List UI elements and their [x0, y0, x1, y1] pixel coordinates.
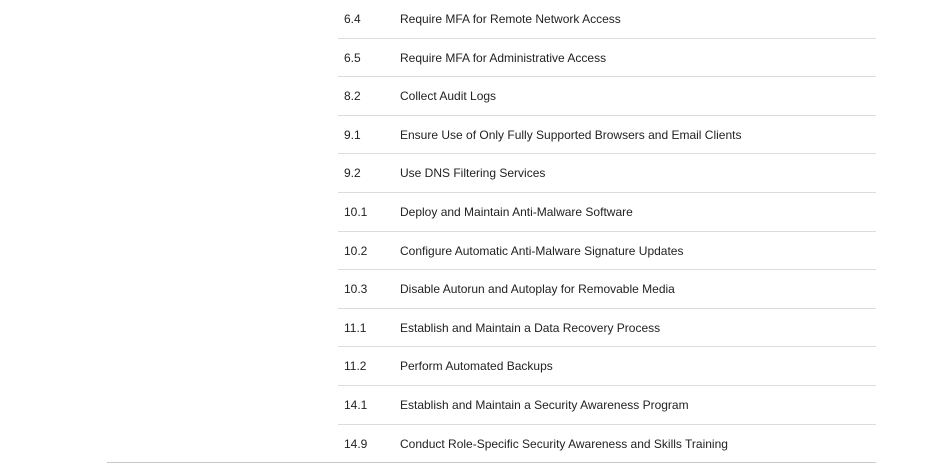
table-row: 6.5 Require MFA for Administrative Acces…: [338, 39, 876, 78]
safeguard-id: 6.4: [344, 12, 361, 26]
safeguard-id: 9.2: [344, 166, 361, 181]
safeguard-title: Collect Audit Logs: [400, 89, 497, 104]
safeguard-title: Disable Autorun and Autoplay for Removab…: [400, 282, 675, 297]
safeguard-title: Perform Automated Backups: [400, 359, 553, 374]
safeguard-id: 14.9: [344, 436, 368, 451]
safeguard-id: 10.3: [344, 282, 368, 297]
safeguard-title: Establish and Maintain a Security Awaren…: [400, 397, 689, 412]
safeguard-id: 14.1: [344, 397, 368, 412]
table-row: 8.2 Collect Audit Logs: [338, 77, 876, 116]
safeguard-title: Establish and Maintain a Data Recovery P…: [400, 320, 661, 335]
safeguard-id: 9.1: [344, 127, 361, 142]
safeguard-title: Conduct Role-Specific Security Awareness…: [400, 436, 728, 451]
table-row: 11.1 Establish and Maintain a Data Recov…: [338, 309, 876, 348]
table-row: 9.2 Use DNS Filtering Services: [338, 154, 876, 193]
safeguard-id: 11.2: [344, 359, 367, 374]
safeguard-title: Require MFA for Administrative Access: [400, 50, 607, 65]
safeguard-id: 11.1: [344, 320, 367, 335]
safeguard-id: 6.5: [344, 50, 361, 65]
safeguard-title: Require MFA for Remote Network Access: [400, 12, 621, 26]
table-row: 6.4 Require MFA for Remote Network Acces…: [338, 0, 876, 39]
safeguard-title: Configure Automatic Anti-Malware Signatu…: [400, 243, 684, 258]
safeguard-title: Ensure Use of Only Fully Supported Brows…: [400, 127, 742, 142]
safeguard-id: 10.1: [344, 204, 368, 219]
table-row: 10.2 Configure Automatic Anti-Malware Si…: [338, 232, 876, 271]
table-row: 14.1 Establish and Maintain a Security A…: [338, 386, 876, 425]
safeguard-id: 10.2: [344, 243, 368, 258]
table-row: 9.1 Ensure Use of Only Fully Supported B…: [338, 116, 876, 155]
table-row: 10.3 Disable Autorun and Autoplay for Re…: [338, 270, 876, 309]
safeguards-table: 6.4 Require MFA for Remote Network Acces…: [338, 0, 876, 463]
table-row: 11.2 Perform Automated Backups: [338, 347, 876, 386]
safeguard-id: 8.2: [344, 89, 361, 104]
table-row: 14.9 Conduct Role-Specific Security Awar…: [338, 425, 876, 464]
safeguard-title: Use DNS Filtering Services: [400, 166, 546, 181]
table-row: 10.1 Deploy and Maintain Anti-Malware So…: [338, 193, 876, 232]
table-bottom-divider: [107, 462, 876, 463]
safeguard-title: Deploy and Maintain Anti-Malware Softwar…: [400, 204, 633, 219]
